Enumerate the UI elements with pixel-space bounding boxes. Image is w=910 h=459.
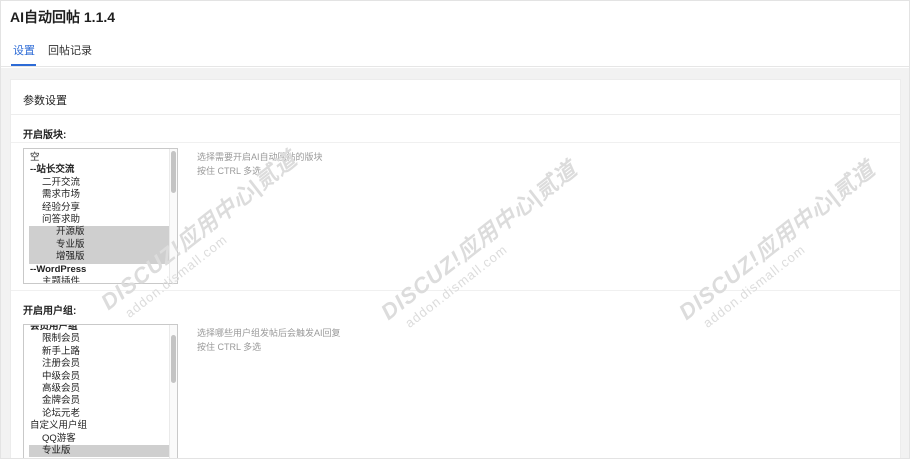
forum-option[interactable]: 经验分享 bbox=[24, 202, 170, 214]
forums-hint-line1: 选择需要开启AI自动回帖的版块 bbox=[197, 152, 323, 162]
field-divider bbox=[11, 142, 900, 143]
forum-option-selected[interactable]: 专业版 bbox=[29, 238, 170, 252]
forum-option[interactable]: --站长交流 bbox=[24, 164, 170, 176]
field-divider bbox=[11, 290, 900, 291]
panel-title: 参数设置 bbox=[23, 95, 67, 107]
tab-settings[interactable]: 设置 bbox=[13, 42, 35, 58]
forum-option-selected[interactable]: 增强版 bbox=[29, 251, 170, 264]
groups-scroll-thumb[interactable] bbox=[171, 335, 176, 383]
app-window: AI自动回帖 1.1.4 设置 回帖记录 参数设置 开启版块: 空 --站长交流… bbox=[0, 0, 910, 459]
app-title: AI自动回帖 1.1.4 bbox=[10, 9, 116, 25]
groups-hint-line1: 选择哪些用户组发帖后会触发AI回复 bbox=[197, 328, 341, 338]
group-option[interactable]: 中级会员 bbox=[24, 371, 170, 383]
forums-hint-line2: 按住 CTRL 多选 bbox=[197, 166, 262, 176]
tab-reply-log[interactable]: 回帖记录 bbox=[48, 42, 92, 58]
group-option[interactable]: 论坛元老 bbox=[24, 408, 170, 420]
group-option[interactable]: 新手上路 bbox=[24, 346, 170, 358]
groups-hint-line2: 按住 CTRL 多选 bbox=[197, 342, 262, 352]
forums-scroll-thumb[interactable] bbox=[171, 151, 176, 193]
forum-option[interactable]: 需求市场 bbox=[24, 189, 170, 201]
group-option[interactable]: 金牌会员 bbox=[24, 395, 170, 407]
groups-option-list: 会员用户组 限制会员 新手上路 注册会员 中级会员 高级会员 金牌会员 论坛元老… bbox=[24, 325, 170, 458]
forums-scrollbar[interactable] bbox=[169, 149, 177, 283]
forums-hint: 选择需要开启AI自动回帖的版块 按住 CTRL 多选 bbox=[197, 150, 323, 178]
forums-multiselect[interactable]: 空 --站长交流 二开交流 需求市场 经验分享 问答求助 开源版 专业版 增强版… bbox=[23, 148, 178, 284]
group-option[interactable]: 限制会员 bbox=[24, 333, 170, 345]
group-option[interactable]: 会员用户组 bbox=[24, 325, 170, 333]
groups-multiselect[interactable]: 会员用户组 限制会员 新手上路 注册会员 中级会员 高级会员 金牌会员 论坛元老… bbox=[23, 324, 178, 458]
forum-option[interactable]: 二开交流 bbox=[24, 177, 170, 189]
group-option-selected[interactable]: 专业版 bbox=[29, 444, 170, 458]
groups-field-label: 开启用户组: bbox=[23, 306, 77, 317]
groups-scrollbar[interactable] bbox=[169, 325, 177, 458]
panel-divider bbox=[11, 114, 900, 115]
active-tab-indicator bbox=[11, 64, 36, 66]
forum-option[interactable]: --WordPress bbox=[24, 264, 170, 276]
settings-panel: 参数设置 开启版块: 空 --站长交流 二开交流 需求市场 经验分享 问答求助 … bbox=[10, 79, 901, 458]
group-option[interactable]: QQ游客 bbox=[24, 433, 170, 445]
tab-bar: 设置 回帖记录 bbox=[1, 37, 909, 67]
forum-option[interactable]: 问答求助 bbox=[24, 214, 170, 226]
groups-hint: 选择哪些用户组发帖后会触发AI回复 按住 CTRL 多选 bbox=[197, 326, 341, 354]
group-option[interactable]: 自定义用户组 bbox=[24, 420, 170, 432]
forum-option-selected[interactable]: 开源版 bbox=[29, 226, 170, 239]
group-option[interactable]: 注册会员 bbox=[24, 358, 170, 370]
forum-option[interactable]: 空 bbox=[24, 152, 170, 164]
forums-field-label: 开启版块: bbox=[23, 130, 67, 141]
group-option[interactable]: 高级会员 bbox=[24, 383, 170, 395]
forum-option[interactable]: 主题插件 bbox=[24, 276, 170, 283]
forums-option-list: 空 --站长交流 二开交流 需求市场 经验分享 问答求助 开源版 专业版 增强版… bbox=[24, 152, 170, 283]
